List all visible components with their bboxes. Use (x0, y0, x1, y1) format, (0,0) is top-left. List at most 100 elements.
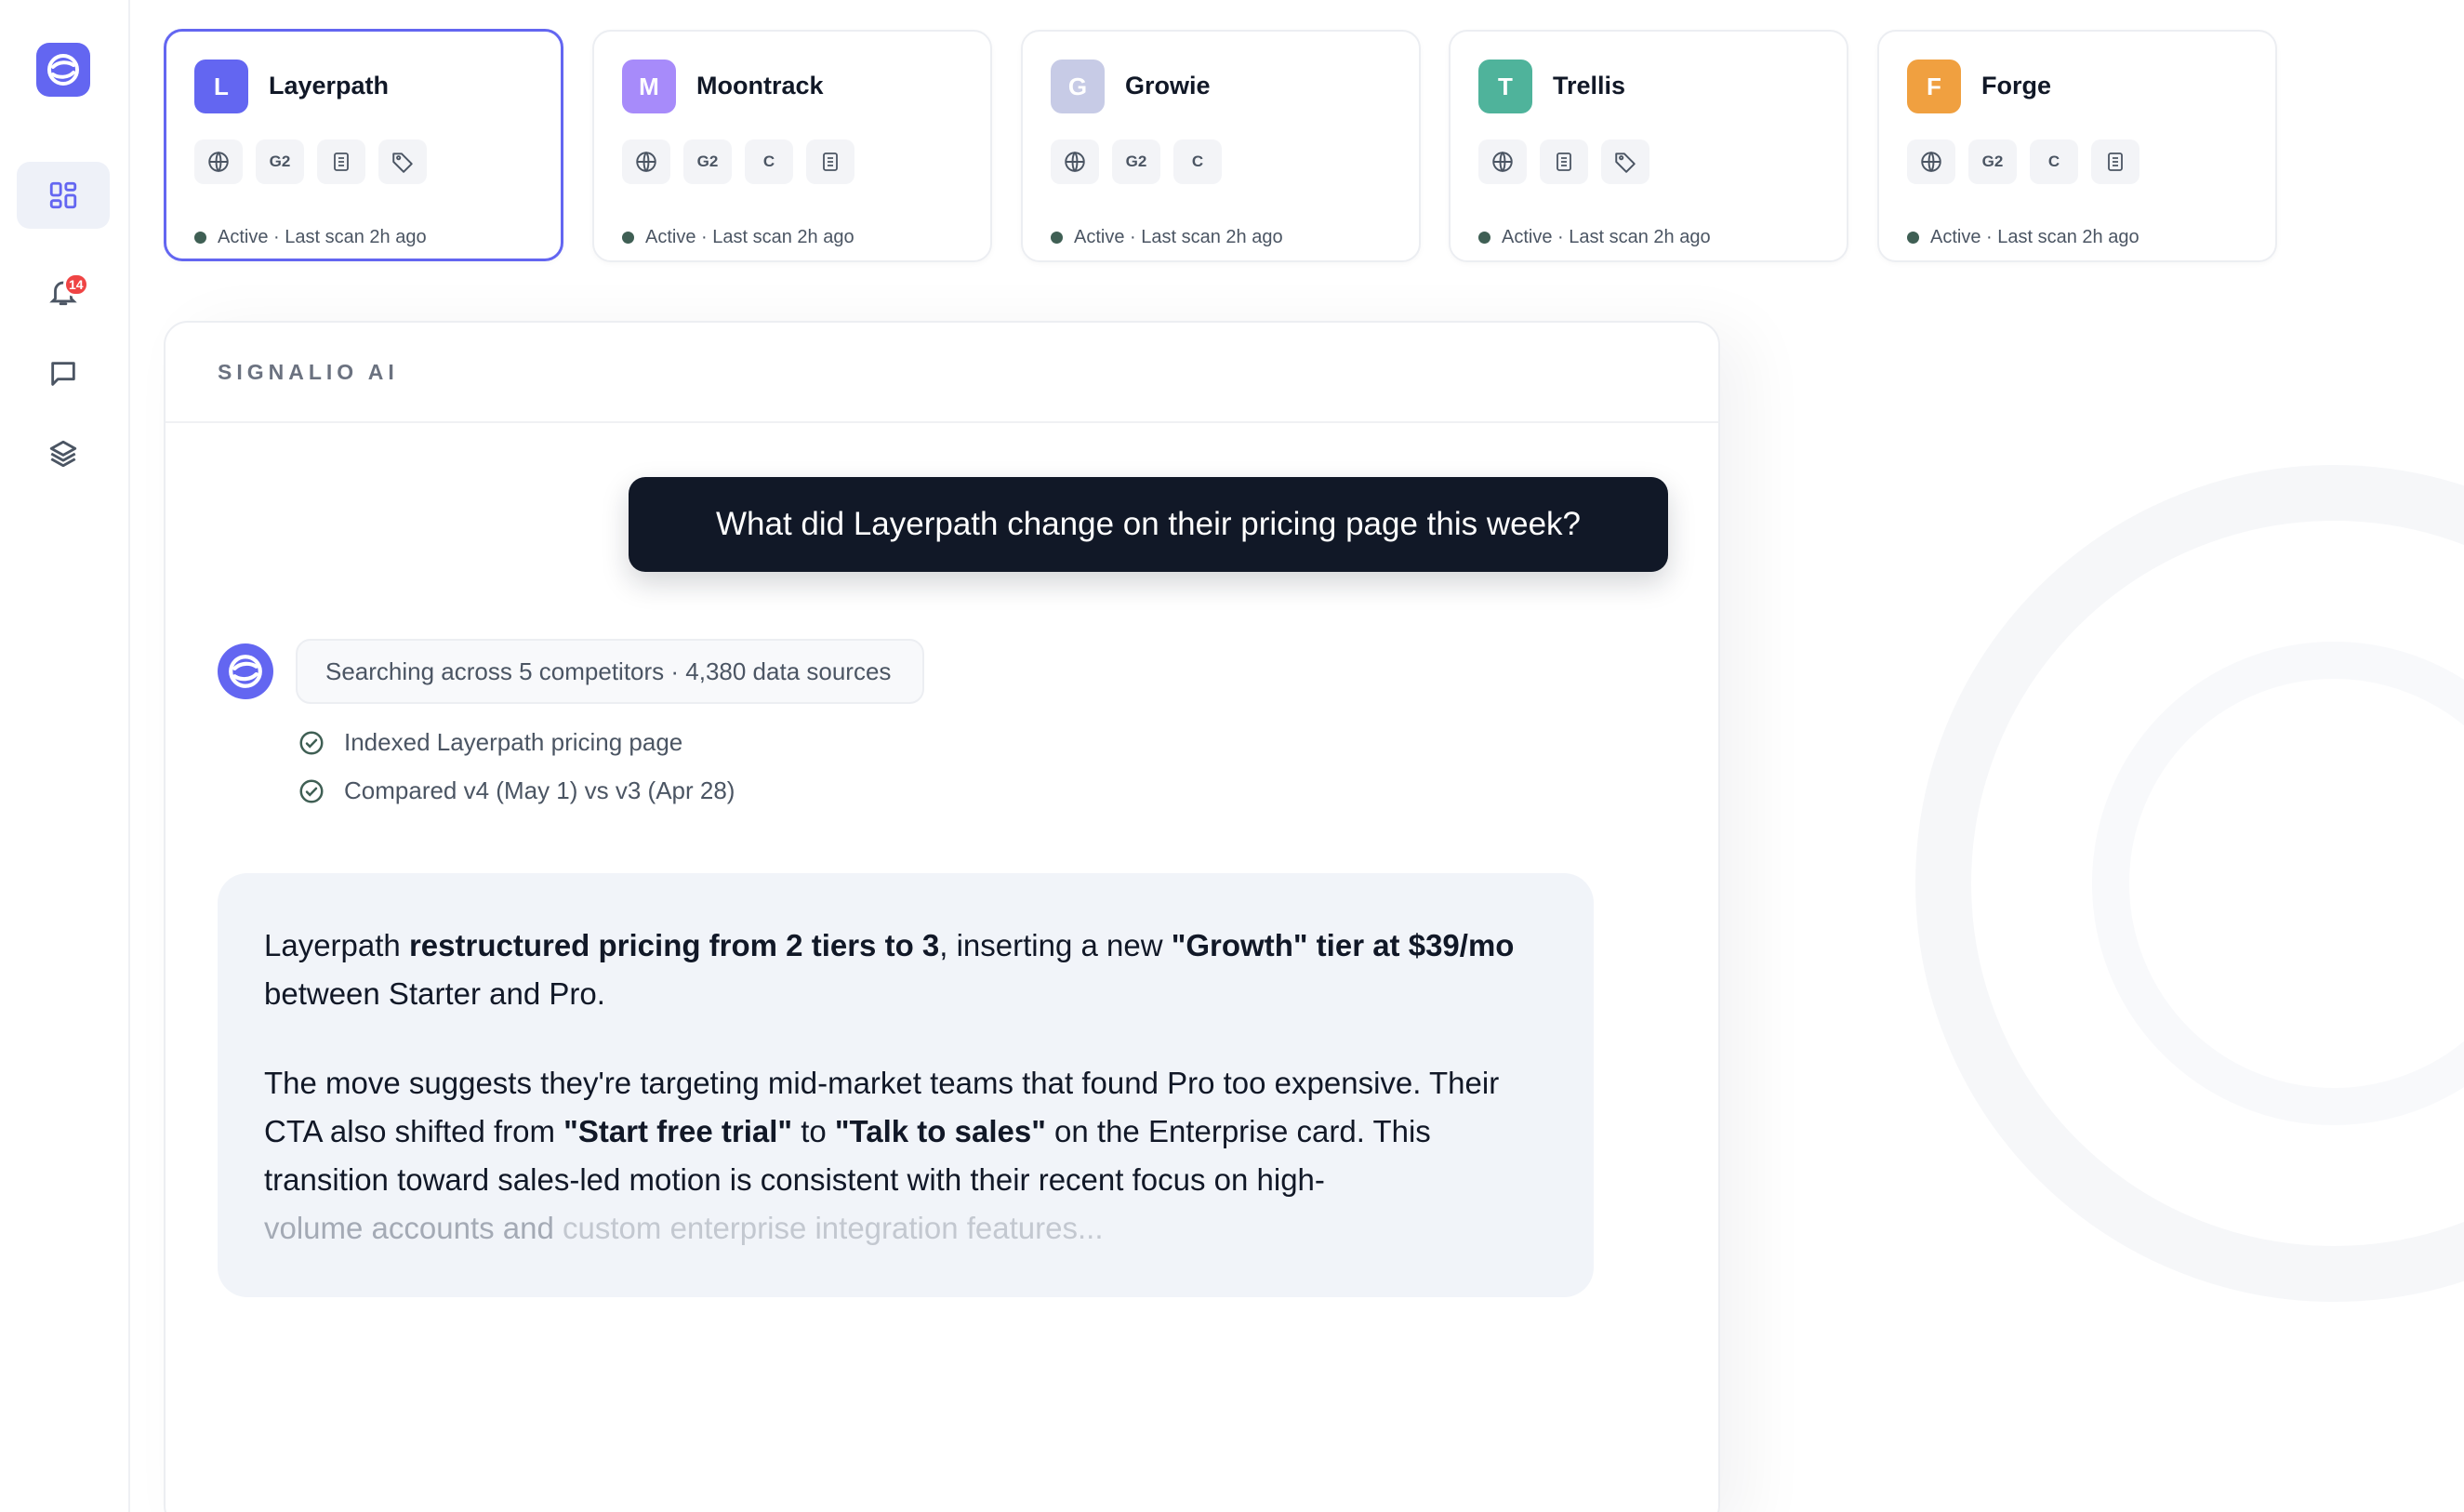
status-text: Active · Last scan 2h ago (1074, 227, 1283, 247)
competitor-card-layerpath[interactable]: L Layerpath G2 Active · Last scan 2h ago (164, 29, 563, 261)
competitor-avatar: F (1907, 60, 1961, 113)
source-label: G2 (269, 153, 291, 170)
globe-icon (636, 151, 656, 173)
competitor-avatar: G (1051, 60, 1105, 113)
dashboard-icon (49, 181, 77, 209)
competitor-name: Growie (1125, 72, 1211, 99)
source-chips (1478, 139, 1649, 184)
competitor-status: Active · Last scan 2h ago (1478, 227, 1711, 248)
answer-highlight: "Start free trial" (563, 1114, 793, 1148)
source-chip-doc[interactable] (317, 139, 365, 184)
competitor-card-moontrack[interactable]: M Moontrack G2 C Active · Last scan 2h ag… (592, 30, 992, 262)
ai-avatar (218, 643, 273, 699)
status-dot (194, 232, 206, 244)
source-chip-c[interactable]: C (1173, 139, 1222, 184)
search-status-pill: Searching across 5 competitors · 4,380 d… (296, 639, 924, 704)
status-text: Active · Last scan 2h ago (1930, 227, 2139, 247)
source-chip-tag[interactable] (1601, 139, 1649, 184)
source-chips: G2 C (622, 139, 854, 184)
competitor-name: Forge (1981, 72, 2052, 99)
layers-icon (49, 440, 77, 468)
globe-icon (1492, 151, 1513, 173)
status-dot (622, 232, 634, 244)
sidebar: 14 (0, 0, 130, 1512)
tag-icon (392, 153, 413, 173)
source-label: G2 (1125, 153, 1147, 170)
sidebar-item-messages[interactable] (17, 340, 110, 407)
source-chip-doc[interactable] (1540, 139, 1588, 184)
source-chip-g2[interactable]: G2 (256, 139, 304, 184)
status-text: Active · Last scan 2h ago (1502, 227, 1711, 247)
answer-fade-text: volume accounts and custom enterprise in… (264, 1211, 1104, 1245)
status-text: Active · Last scan 2h ago (218, 227, 427, 247)
source-chip-tag[interactable] (378, 139, 427, 184)
source-chip-g2[interactable]: G2 (683, 139, 732, 184)
competitor-card-trellis[interactable]: T Trellis Active · Last scan 2h ago (1449, 30, 1848, 262)
competitor-name: Moontrack (696, 72, 824, 99)
source-chips: G2 (194, 139, 427, 184)
ai-answer: Layerpath restructured pricing from 2 ti… (218, 873, 1594, 1297)
source-label: G2 (1981, 153, 2004, 170)
source-chip-globe[interactable] (1907, 139, 1955, 184)
notification-badge: 14 (63, 272, 89, 297)
document-icon (2108, 153, 2123, 171)
source-chip-globe[interactable] (1478, 139, 1527, 184)
status-text: Active · Last scan 2h ago (645, 227, 854, 247)
step-label: Indexed Layerpath pricing page (344, 728, 683, 756)
answer-highlight: "Talk to sales" (834, 1114, 1046, 1148)
competitor-status: Active · Last scan 2h ago (1051, 227, 1283, 248)
source-label: C (2047, 153, 2060, 170)
source-chip-g2[interactable]: G2 (1112, 139, 1160, 184)
source-chip-c[interactable]: C (745, 139, 793, 184)
source-chips: G2 C (1051, 139, 1222, 184)
source-label: C (762, 153, 775, 170)
source-label: C (1191, 153, 1204, 170)
answer-text: custom enterprise integration features..… (563, 1211, 1104, 1245)
source-chip-c[interactable]: C (2030, 139, 2078, 184)
competitor-avatar: L (194, 60, 248, 113)
source-chip-globe[interactable] (622, 139, 670, 184)
user-message: What did Layerpath change on their prici… (629, 477, 1668, 572)
globe-icon (1921, 151, 1941, 173)
step-item: Indexed Layerpath pricing page (298, 728, 682, 757)
answer-text: Layerpath (264, 928, 409, 962)
background-decoration (1915, 465, 2464, 1302)
step-item: Compared v4 (May 1) vs v3 (Apr 28) (298, 776, 735, 805)
answer-text: , inserting a new (939, 928, 1172, 962)
source-chip-globe[interactable] (194, 139, 243, 184)
source-chip-globe[interactable] (1051, 139, 1099, 184)
status-dot (1478, 232, 1490, 244)
competitor-card-forge[interactable]: F Forge G2 C Active · Last scan 2h ago (1877, 30, 2277, 262)
globe-icon (1065, 151, 1085, 173)
competitor-status: Active · Last scan 2h ago (1907, 227, 2139, 248)
answer-paragraph: Layerpath restructured pricing from 2 ti… (264, 922, 1547, 1018)
check-circle-icon (299, 779, 324, 802)
step-label: Compared v4 (May 1) vs v3 (Apr 28) (344, 776, 735, 804)
source-label: G2 (696, 153, 719, 170)
sidebar-item-notifications[interactable] (17, 259, 110, 325)
answer-text: volume accounts and (264, 1211, 563, 1245)
check-circle-icon (299, 731, 324, 754)
source-chip-g2[interactable]: G2 (1968, 139, 2017, 184)
competitor-name: Trellis (1553, 72, 1626, 99)
document-icon (1557, 153, 1571, 171)
sidebar-item-dashboard[interactable] (17, 162, 110, 229)
chat-icon (51, 362, 75, 386)
answer-text: between Starter and Pro. (264, 976, 605, 1011)
sidebar-item-layers[interactable] (17, 420, 110, 487)
source-chip-doc[interactable] (806, 139, 854, 184)
signalio-logo-icon[interactable] (36, 43, 90, 97)
source-chip-doc[interactable] (2091, 139, 2139, 184)
document-icon (823, 153, 838, 171)
document-icon (334, 153, 349, 171)
chat-panel: SIGNALIO AI What did Layerpath change on… (164, 321, 1720, 1512)
answer-highlight: "Growth" tier at $39/mo (1171, 928, 1515, 962)
status-dot (1051, 232, 1063, 244)
answer-paragraph: The move suggests they're targeting mid-… (264, 1059, 1547, 1253)
competitor-card-growie[interactable]: G Growie G2 C Active · Last scan 2h ago (1021, 30, 1421, 262)
tag-icon (1615, 153, 1636, 173)
globe-icon (208, 151, 229, 173)
competitor-status: Active · Last scan 2h ago (194, 227, 427, 248)
chat-title: SIGNALIO AI (218, 359, 399, 384)
competitor-avatar: M (622, 60, 676, 113)
